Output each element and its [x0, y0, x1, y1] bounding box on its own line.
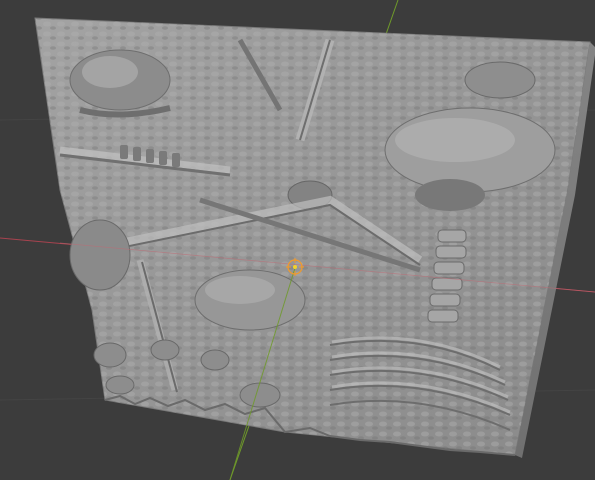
viewport-scene[interactable] — [0, 0, 595, 480]
relief-sculpture-mesh[interactable] — [34, 17, 595, 458]
3d-viewport[interactable] — [0, 0, 595, 480]
